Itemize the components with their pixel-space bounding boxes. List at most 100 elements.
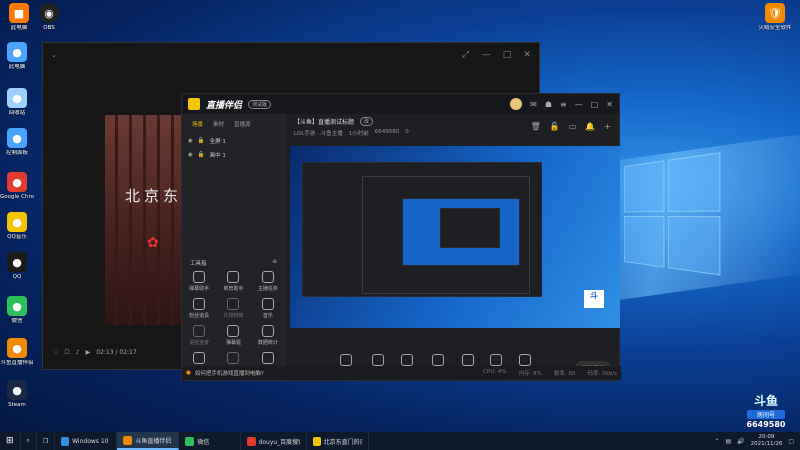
windows-logo-wallpaper [623, 152, 723, 278]
eye-icon[interactable]: ◉ [188, 152, 193, 158]
desktop-icon[interactable]: ● 斗鱼直播伴侣 [0, 338, 34, 366]
douyu-companion-window[interactable]: 直播伴侣 测试版 ✉ ☗ ≡ — □ ✕ 场景 素材 直播源 ◉ 🔓 全屏 1 … [181, 93, 621, 381]
desktop-icon[interactable]: ● 微信 [0, 296, 34, 324]
like-icon[interactable]: ♡ [53, 349, 58, 356]
scene-item[interactable]: ◉ 🔓 全屏 1 [182, 134, 284, 148]
taskbar-app[interactable]: 北京东直门的日子 [307, 432, 370, 450]
video-caption: 北京东 [125, 187, 183, 205]
tool-item[interactable]: 弹幕姬 [216, 325, 250, 346]
start-button[interactable]: ⊞ [0, 432, 21, 450]
app-icon [61, 436, 70, 446]
volume-icon[interactable]: 🔊 [737, 438, 744, 445]
eye-icon[interactable]: ◉ [188, 138, 193, 144]
app-titlebar: 直播伴侣 测试版 ✉ ☗ ≡ — □ ✕ [182, 94, 619, 114]
tool-item[interactable]: 数据统计 [251, 325, 285, 346]
qqmusic-icon: ● [7, 212, 27, 232]
desktop-icon-top-2[interactable]: ◉ OBS [32, 3, 66, 31]
avatar[interactable] [510, 98, 523, 110]
search-icon[interactable]: ⌕ [21, 432, 37, 450]
tool-icon [193, 352, 206, 364]
tool-item[interactable]: 语音连麦 [182, 325, 216, 346]
desktop-icon[interactable]: ● QQ音乐 [0, 212, 34, 240]
chevron-down-icon[interactable]: ⌄ [51, 51, 57, 59]
task-view-icon[interactable]: ❐ [37, 432, 56, 450]
tool-item[interactable]: 粉丝道具 [182, 298, 216, 319]
tool-item[interactable]: 主播任务 [251, 271, 285, 292]
room-number: 6649580 [374, 129, 400, 135]
collapse-icon[interactable]: ⊖ [272, 259, 277, 267]
taskbar-app[interactable]: 微信 [179, 432, 242, 450]
taskbar: ⊞ ⌕ ❐ Windows 10 ...斗鱼直播伴侣微信douyu_百度搜索北京… [0, 432, 800, 450]
desktop-icon[interactable]: ●Google Chrome [0, 172, 34, 200]
recycle-bin-icon: ● [7, 88, 27, 108]
menu-icon[interactable]: ≡ [560, 100, 567, 109]
stream-tool-icon [489, 354, 502, 366]
desktop-icon[interactable]: ● 控制面板 [0, 128, 34, 156]
app-icon [123, 435, 133, 445]
fullscreen-icon[interactable]: ⤢ [462, 50, 469, 60]
mic-icon[interactable]: ♪ [76, 349, 80, 356]
maximize-icon[interactable]: □ [503, 50, 512, 60]
tool-icon [193, 298, 206, 310]
lock-icon[interactable]: 🔓 [198, 152, 205, 158]
minimize-icon[interactable]: — [481, 50, 490, 60]
message-icon[interactable]: ✉ [530, 100, 537, 109]
info-icon: ● [186, 370, 191, 376]
tool-icon [261, 352, 274, 364]
taskbar-app[interactable]: douyu_百度搜索 [241, 432, 308, 450]
desktop-icon[interactable]: ● 此电脑 [0, 42, 34, 70]
desktop-icon[interactable]: ● 回收站 [0, 88, 34, 116]
edit-title-button[interactable]: 改 [360, 117, 374, 126]
player-titlebar: ⌄ ⤢ — □ ✕ [43, 43, 539, 67]
shirt-icon[interactable]: ☗ [545, 100, 552, 109]
minimize-icon[interactable]: — [575, 100, 583, 109]
tool-icon [227, 325, 240, 337]
tool-item[interactable]: 音乐 [251, 298, 285, 319]
stream-preview[interactable]: 斗 [290, 146, 620, 328]
lock-icon[interactable]: 🔓 [198, 138, 205, 144]
stream-category[interactable]: LOL手游 - 斗鱼主播 [294, 129, 343, 137]
steam-icon: ● [7, 380, 27, 400]
douyu-logo-icon [188, 98, 200, 110]
tab-scene[interactable]: 场景 [192, 120, 203, 128]
desktop-icon-top-right[interactable]: 🛡 火绒安全软件 [758, 3, 792, 31]
tool-item[interactable]: 房管助手 [216, 271, 250, 292]
douyu-watermark: 斗鱼 房间号 6649580 [746, 394, 786, 429]
clock[interactable]: 20:09 2021/11/26 [751, 434, 783, 447]
tool-item[interactable]: 弹幕助手 [182, 271, 216, 292]
comment-icon[interactable]: ☐ [64, 349, 69, 356]
version-tag: 测试版 [248, 99, 272, 109]
desktop-icon-top-1[interactable]: ■ 此电脑 [2, 3, 36, 31]
close-icon[interactable]: ✕ [606, 100, 613, 109]
screen-icon[interactable]: ▭ [569, 122, 577, 131]
tool-icon [261, 325, 274, 337]
taskbar-app[interactable]: 斗鱼直播伴侣 [117, 432, 180, 450]
desktop-icon[interactable]: ● Steam [0, 380, 34, 408]
qq-icon: ● [7, 252, 27, 272]
computer-icon: ● [7, 42, 27, 62]
chevron-up-icon[interactable]: ⌃ [714, 438, 719, 445]
play-icon[interactable]: ▶ [86, 349, 91, 356]
tab-source[interactable]: 直播源 [234, 120, 251, 128]
system-tray: ⌃ ▤ 🔊 20:09 2021/11/26 ▢ [714, 434, 800, 447]
maximize-icon[interactable]: □ [591, 100, 599, 109]
notification-icon[interactable]: ▢ [788, 438, 794, 445]
tool-item[interactable]: 礼物特效 [216, 298, 250, 319]
obs-icon: ◉ [39, 3, 59, 23]
plus-icon[interactable]: + [604, 122, 611, 131]
tool-icon [227, 271, 240, 283]
scene-item[interactable]: ◉ 🔓 画中 1 [182, 148, 284, 162]
desktop-icon[interactable]: ● QQ [0, 252, 34, 280]
trash-icon[interactable]: 🗑 [531, 122, 541, 131]
flower-icon: ✿ [147, 235, 159, 251]
tool-icon [227, 352, 240, 364]
stream-tool-icon [340, 354, 352, 366]
notice-text[interactable]: 如何把手机游戏直播到电脑? [195, 369, 264, 377]
close-icon[interactable]: ✕ [523, 50, 531, 60]
playback-time: 02:13 / 02:17 [96, 348, 137, 356]
network-icon[interactable]: ▤ [725, 438, 731, 445]
taskbar-app[interactable]: Windows 10 ... [55, 432, 118, 450]
unlock-icon[interactable]: 🔓 [550, 122, 560, 131]
bell-icon[interactable]: 🔔 [585, 122, 595, 131]
tab-material[interactable]: 素材 [213, 120, 224, 128]
